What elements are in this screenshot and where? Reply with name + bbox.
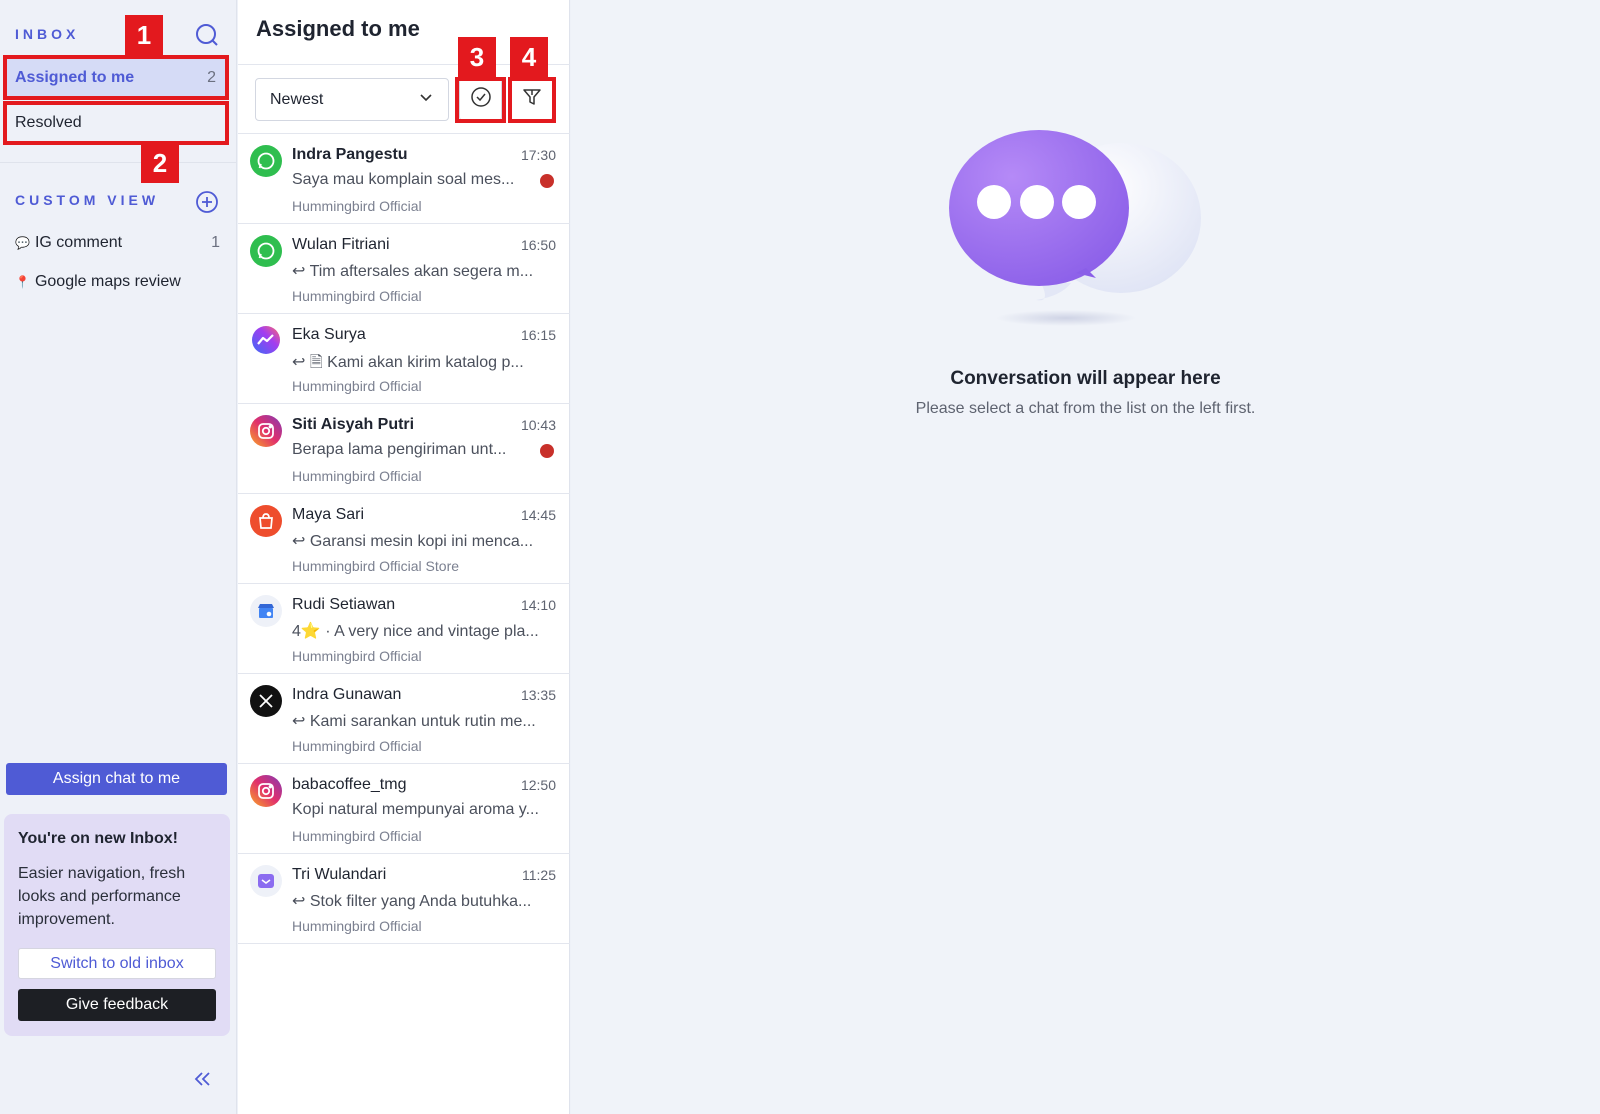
annotation-badge-1: 1 (125, 15, 163, 55)
conversation-list-panel: Assigned to me Newest Indra Pangestu 17:… (238, 0, 570, 1114)
search-icon[interactable] (194, 22, 220, 48)
google-business-icon (250, 595, 282, 627)
chat-list-item[interactable]: Tri Wulandari 11:25 ↩ Stok filter yang A… (238, 854, 570, 944)
sort-value: Newest (270, 90, 324, 108)
message-preview: ↩ Garansi mesin kopi ini menca... (292, 533, 534, 550)
contact-name: Siti Aisyah Putri (292, 416, 415, 433)
channel-account: Hummingbird Official (292, 378, 422, 394)
channel-account: Hummingbird Official (292, 288, 422, 304)
x-icon (250, 685, 282, 717)
shopee-icon (250, 505, 282, 537)
email-icon (250, 865, 282, 897)
sidebar-item-assigned-to-me[interactable]: Assigned to me 2 (6, 59, 225, 97)
promo-title: You're on new Inbox! (18, 830, 178, 847)
unread-indicator (540, 174, 554, 188)
contact-name: Eka Surya (292, 326, 366, 343)
contact-name: Indra Gunawan (292, 686, 402, 703)
whatsapp-icon (250, 145, 282, 177)
instagram-icon (250, 415, 282, 447)
add-custom-view-icon[interactable] (194, 189, 220, 215)
message-preview: Kopi natural mempunyai aroma y... (292, 801, 539, 818)
chat-list-item[interactable]: Indra Pangestu 17:30 Saya mau komplain s… (238, 134, 570, 224)
chat-list-item[interactable]: Rudi Setiawan 14:10 4⭐ · A very nice and… (238, 584, 570, 674)
sidebar-item-resolved[interactable]: Resolved (6, 104, 225, 142)
chat-list-item[interactable]: Indra Gunawan 13:35 ↩ Kami sarankan untu… (238, 674, 570, 764)
new-inbox-promo: You're on new Inbox! Easier navigation, … (4, 814, 230, 1036)
custom-view-ig-comment[interactable]: 💬 IG comment 1 (15, 228, 220, 258)
channel-account: Hummingbird Official (292, 918, 422, 934)
inbox-heading: INBOX (15, 26, 80, 42)
message-preview: ↩ Kami sarankan untuk rutin me... (292, 713, 536, 730)
chat-time: 10:43 (520, 417, 556, 433)
annotation-badge-2: 2 (141, 143, 179, 183)
messenger-icon (250, 325, 282, 357)
custom-view-count: 1 (211, 234, 220, 251)
channel-account: Hummingbird Official (292, 468, 422, 484)
chat-time: 11:25 (522, 867, 556, 883)
channel-account: Hummingbird Official (292, 198, 422, 214)
chevron-down-icon (418, 89, 434, 110)
channel-account: Hummingbird Official (292, 738, 422, 754)
collapse-sidebar-icon[interactable] (192, 1068, 214, 1090)
custom-view-heading: CUSTOM VIEW (15, 192, 160, 208)
chat-time: 14:45 (520, 507, 556, 523)
assign-chat-button[interactable]: Assign chat to me (6, 763, 227, 795)
contact-name: Rudi Setiawan (292, 596, 396, 613)
filter-icon (521, 86, 543, 113)
channel-account: Hummingbird Official (292, 828, 422, 844)
chat-time: 14:10 (520, 597, 556, 613)
chat-time: 16:15 (520, 327, 556, 343)
contact-name: Tri Wulandari (292, 866, 387, 883)
sidebar-divider (0, 162, 237, 163)
instagram-icon (250, 775, 282, 807)
switch-old-inbox-button[interactable]: Switch to old inbox (18, 948, 216, 979)
custom-view-google-maps-review[interactable]: 📍 Google maps review (15, 267, 220, 297)
contact-name: Maya Sari (292, 506, 365, 523)
sort-dropdown[interactable]: Newest (255, 78, 449, 121)
message-preview: Berapa lama pengiriman unt... (292, 441, 507, 458)
page-title: Assigned to me (256, 16, 420, 41)
chat-list-item[interactable]: Siti Aisyah Putri 10:43 Berapa lama peng… (238, 404, 570, 494)
message-preview: ↩ Stok filter yang Anda butuhka... (292, 893, 532, 910)
custom-view-label: Google maps review (34, 273, 181, 290)
annotation-badge-3: 3 (458, 37, 496, 77)
sidebar-item-count: 2 (207, 69, 216, 86)
contact-name: babacoffee_tmg (292, 776, 407, 793)
give-feedback-button[interactable]: Give feedback (18, 989, 216, 1021)
whatsapp-icon (250, 235, 282, 267)
chat-list-item[interactable]: babacoffee_tmg 12:50 Kopi natural mempun… (238, 764, 570, 854)
chat-bubbles-illustration (949, 130, 1201, 326)
message-preview: ↩ 🗎 Kami akan kirim katalog p... (292, 354, 524, 371)
contact-name: Wulan Fitriani (292, 236, 390, 253)
chat-list-item[interactable]: Eka Surya 16:15 ↩ 🗎 Kami akan kirim kata… (238, 314, 570, 404)
promo-body: Easier navigation, fresh looks and perfo… (18, 865, 186, 928)
conversation-area: Conversation will appear here Please sel… (571, 0, 1600, 1114)
empty-state-subtitle: Please select a chat from the list on th… (915, 400, 1256, 417)
unread-indicator (540, 444, 554, 458)
bulk-resolve-button[interactable] (459, 78, 502, 121)
speech-bubble-icon: 💬 (15, 236, 30, 250)
annotation-badge-4: 4 (510, 37, 548, 77)
chat-list-item[interactable]: Wulan Fitriani 16:50 ↩ Tim aftersales ak… (238, 224, 570, 314)
empty-state-title: Conversation will appear here (950, 368, 1221, 389)
message-preview: ↩ Tim aftersales akan segera m... (292, 263, 534, 280)
pin-icon: 📍 (15, 275, 30, 289)
message-preview: Saya mau komplain soal mes... (292, 171, 515, 188)
sidebar-item-label: Assigned to me (15, 69, 135, 86)
chat-list: Indra Pangestu 17:30 Saya mau komplain s… (238, 134, 570, 944)
channel-account: Hummingbird Official (292, 648, 422, 664)
channel-account: Hummingbird Official Store (292, 558, 460, 574)
chat-time: 17:30 (520, 147, 556, 163)
chat-time: 13:35 (520, 687, 556, 703)
sidebar: INBOX Assigned to me 2 Resolved CUSTOM V… (0, 0, 237, 1114)
contact-name: Indra Pangestu (292, 146, 408, 163)
chat-list-item[interactable]: Maya Sari 14:45 ↩ Garansi mesin kopi ini… (238, 494, 570, 584)
check-circle-icon (470, 86, 492, 113)
message-preview: 4⭐ · A very nice and vintage pla... (292, 623, 539, 640)
chat-time: 12:50 (520, 777, 556, 793)
custom-view-label: IG comment (34, 234, 123, 251)
chat-time: 16:50 (520, 237, 556, 253)
sidebar-item-label: Resolved (15, 114, 82, 131)
filter-button[interactable] (510, 78, 553, 121)
